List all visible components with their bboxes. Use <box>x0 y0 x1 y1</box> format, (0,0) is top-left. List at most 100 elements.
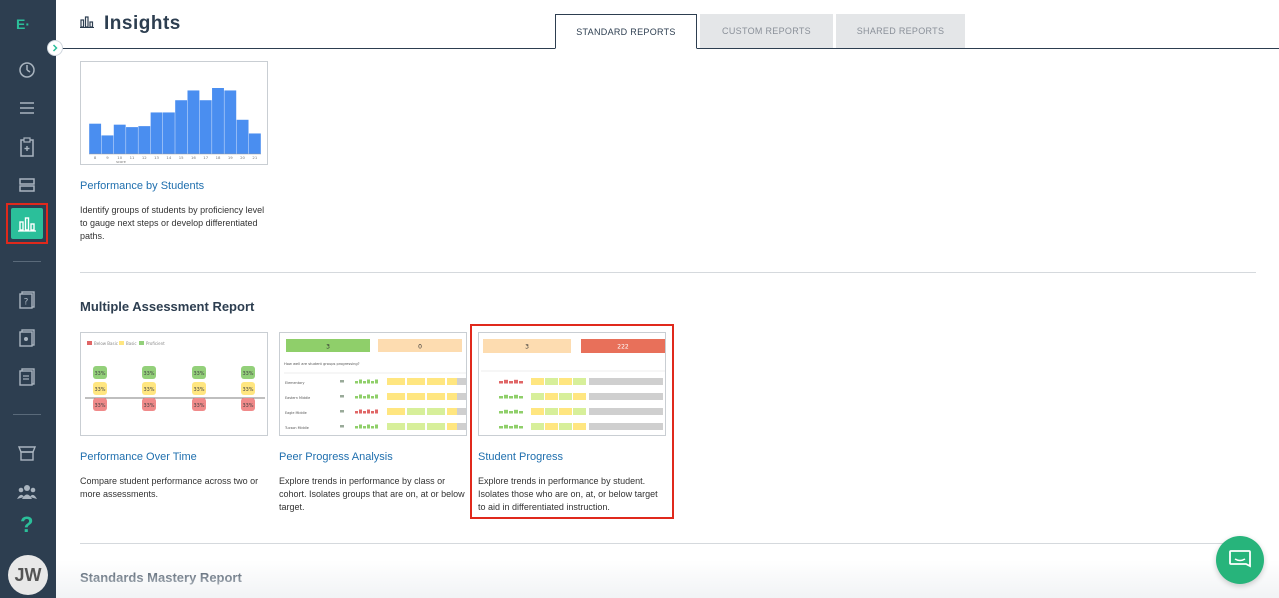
histogram-bar <box>126 127 138 154</box>
x-tick-label: 12 <box>142 155 147 160</box>
svg-text:33%: 33% <box>193 387 204 393</box>
histogram-chart: 8 9 10 11 12 13 14 15 16 17 18 19 20 21score <box>89 88 261 164</box>
legend-basic: Basic <box>126 341 137 346</box>
groups-icon[interactable] <box>16 481 38 503</box>
x-tick-label: 18 <box>216 155 221 160</box>
svg-text:33%: 33% <box>94 403 105 409</box>
histogram-bar <box>101 135 114 154</box>
x-tick-label: 20 <box>240 155 245 160</box>
tab-custom-reports[interactable]: CUSTOM REPORTS <box>700 14 833 48</box>
svg-text:How well are student groups pr: How well are student groups progressing? <box>284 362 360 366</box>
legend-below-basic: Below Basic <box>94 341 118 346</box>
x-tick-label: 8 <box>94 155 97 160</box>
svg-text:33%: 33% <box>193 371 204 377</box>
svg-text:33%: 33% <box>193 403 204 409</box>
chat-button[interactable] <box>1216 536 1264 584</box>
svg-text:33%: 33% <box>94 387 105 393</box>
histogram-bar <box>138 126 151 154</box>
report-card-performance-over-time[interactable]: Below Basic Basic Proficient 33% 33% 33%… <box>80 332 268 501</box>
database-icon[interactable] <box>16 174 38 196</box>
peer-progress-chart: 3 0 How well are student groups progress… <box>284 339 466 430</box>
report-description: Explore trends in performance by class o… <box>279 476 465 512</box>
document-icon[interactable] <box>16 366 38 388</box>
histogram-bar <box>175 100 188 154</box>
x-tick-label: 21 <box>252 155 257 160</box>
section-title-standards-mastery: Standards Mastery Report <box>80 570 242 585</box>
column-1: 33% 33% 33% <box>93 366 107 411</box>
x-tick-label: 16 <box>191 155 196 160</box>
peer-row-label: Eagle Middle <box>285 411 307 415</box>
performance-over-time-chart: Below Basic Basic Proficient 33% 33% 33%… <box>85 341 265 411</box>
expand-sidebar-button[interactable] <box>47 40 63 56</box>
column-2: 33% 33% 33% <box>142 366 156 411</box>
avatar[interactable]: JW <box>8 555 48 595</box>
report-link[interactable]: Performance Over Time <box>80 451 268 463</box>
dashboard-icon[interactable] <box>16 59 38 81</box>
page-header: Insights STANDARD REPORTS CUSTOM REPORTS… <box>56 0 1279 49</box>
svg-text:33%: 33% <box>94 371 105 377</box>
tab-shared-reports[interactable]: SHARED REPORTS <box>836 14 965 48</box>
column-3: 33% 33% 33% <box>192 366 206 411</box>
section-title-multiple-assessment: Multiple Assessment Report <box>80 299 255 314</box>
x-tick-label: 13 <box>154 155 159 160</box>
report-card-peer-progress-analysis[interactable]: 3 0 How well are student groups progress… <box>279 332 467 514</box>
x-tick-label: 9 <box>106 155 109 160</box>
histogram-bar <box>199 100 212 154</box>
histogram-bar <box>150 112 163 154</box>
svg-text:33%: 33% <box>143 387 154 393</box>
report-card-performance-by-students[interactable]: 8 9 10 11 12 13 14 15 16 17 18 19 20 21 score Performa… <box>80 61 268 243</box>
x-tick-label: 15 <box>179 155 184 160</box>
histogram-bar <box>162 112 175 154</box>
histogram-bar <box>236 119 249 154</box>
section-divider <box>80 272 1256 273</box>
histogram-thumbnail[interactable]: 8 9 10 11 12 13 14 15 16 17 18 19 20 21 score <box>80 61 268 165</box>
insights-title-icon <box>80 16 94 28</box>
svg-text:33%: 33% <box>143 403 154 409</box>
help-icon[interactable]: ? <box>20 512 33 538</box>
chevron-right-icon <box>52 44 58 52</box>
sidebar: E· ? ? JW <box>0 0 56 598</box>
x-axis-label: score <box>116 160 126 164</box>
x-tick-label: 14 <box>166 155 171 160</box>
tab-standard-reports[interactable]: STANDARD REPORTS <box>555 14 697 49</box>
histogram-bar <box>224 90 237 154</box>
svg-text:33%: 33% <box>143 371 154 377</box>
student-progress-highlight <box>470 324 674 519</box>
peer-progress-thumbnail[interactable]: 3 0 How well are student groups progress… <box>279 332 467 436</box>
svg-text:?: ? <box>24 298 29 308</box>
report-description: Compare student performance across two o… <box>80 476 259 499</box>
page-title: Insights <box>104 13 181 34</box>
chat-icon <box>1229 550 1251 568</box>
store-icon[interactable] <box>16 442 38 464</box>
x-tick-label: 19 <box>228 155 233 160</box>
peer-row-label: Elementary <box>285 381 305 385</box>
question-bank-icon[interactable]: ? <box>16 289 38 311</box>
report-description: Identify groups of students by proficien… <box>80 205 265 241</box>
x-tick-label: 17 <box>203 155 208 160</box>
column-4: 33% 33% 33% <box>241 366 255 411</box>
performance-over-time-thumbnail[interactable]: Below Basic Basic Proficient 33% 33% 33%… <box>80 332 268 436</box>
histogram-bar <box>89 123 102 154</box>
list-icon[interactable] <box>16 97 38 119</box>
legend-proficient: Proficient <box>146 341 165 346</box>
svg-text:3: 3 <box>326 344 330 351</box>
svg-text:33%: 33% <box>242 387 253 393</box>
svg-text:33%: 33% <box>242 403 253 409</box>
section-divider <box>80 543 1256 544</box>
x-tick-label: 11 <box>130 155 135 160</box>
insights-chart-icon[interactable] <box>11 208 43 239</box>
histogram-bar <box>248 133 261 154</box>
sidebar-divider <box>13 414 41 415</box>
clipboard-icon[interactable] <box>16 136 38 158</box>
histogram-bar <box>187 90 200 154</box>
peer-row-label: Eastern Middle <box>285 396 310 400</box>
report-link[interactable]: Performance by Students <box>80 180 268 192</box>
assessment-icon[interactable] <box>16 327 38 349</box>
app-logo[interactable]: E· <box>16 12 30 35</box>
svg-text:0: 0 <box>418 344 422 351</box>
sidebar-divider <box>13 261 41 262</box>
histogram-bar <box>113 124 126 154</box>
histogram-bar <box>212 88 224 154</box>
report-link[interactable]: Peer Progress Analysis <box>279 451 467 463</box>
peer-row-label: Tucson Middle <box>284 426 309 430</box>
